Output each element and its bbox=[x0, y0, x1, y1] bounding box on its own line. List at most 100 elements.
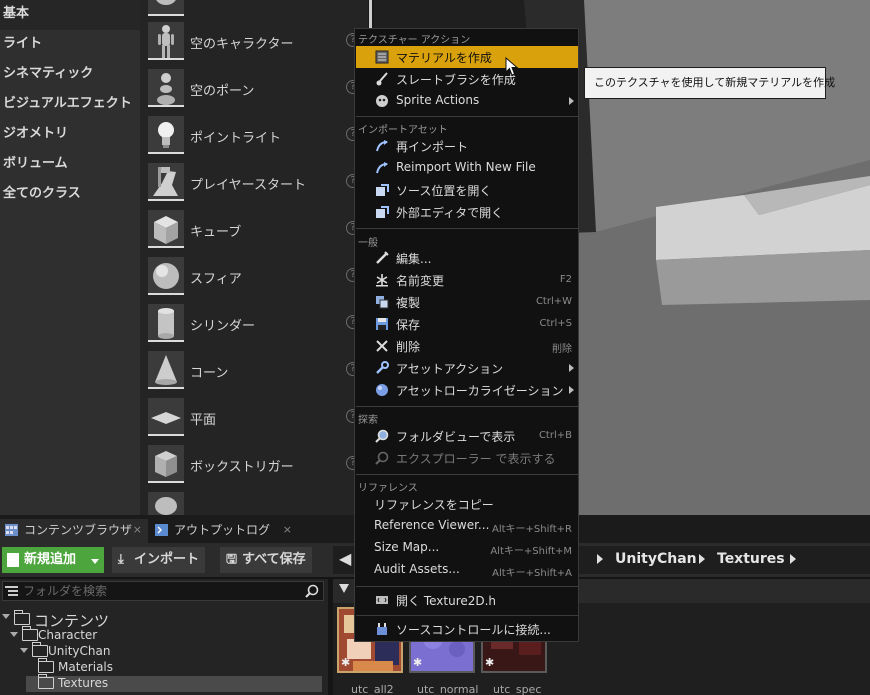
menu-item-copy-reference[interactable]: リファレンスをコピー bbox=[356, 493, 578, 515]
box-trigger-icon bbox=[148, 445, 184, 483]
place-item-label: プレイヤースタート bbox=[190, 178, 306, 193]
save-all-button[interactable]: 🖫 すべて保存 bbox=[220, 547, 312, 573]
menu-item-asset-localization[interactable]: アセットローカライゼーション bbox=[356, 379, 578, 401]
menu-divider bbox=[356, 615, 578, 616]
place-item-point-light[interactable]: ポイントライト ? bbox=[148, 116, 360, 156]
menu-item-size-map[interactable]: Size Map... Altキー+Shift+M bbox=[356, 537, 578, 559]
menu-section-references: リファレンス bbox=[358, 483, 418, 494]
close-tab-icon[interactable]: × bbox=[133, 519, 142, 541]
menu-item-label: 外部エディタで開く bbox=[396, 206, 504, 220]
place-item-partial[interactable] bbox=[148, 0, 358, 18]
menu-divider bbox=[356, 406, 578, 407]
search-icon[interactable] bbox=[305, 584, 319, 598]
menu-item-create-slate-brush[interactable]: スレートブラシを作成 bbox=[356, 68, 578, 90]
magnifier-icon bbox=[375, 451, 389, 465]
add-new-label: 新規追加 bbox=[24, 552, 77, 567]
tab-label: コンテンツブラウザ bbox=[24, 523, 133, 537]
tree-node-content[interactable]: コンテンツ bbox=[2, 610, 322, 630]
menu-divider bbox=[356, 586, 578, 587]
place-item-plane[interactable]: 平面 ? bbox=[148, 398, 360, 438]
menu-section-texture-actions: テクスチャー アクション bbox=[358, 35, 471, 46]
chevron-down-icon bbox=[91, 559, 99, 564]
duplicate-icon bbox=[376, 296, 389, 309]
menu-item-rename[interactable]: 名前変更 F2 bbox=[356, 269, 578, 291]
place-item-player-start[interactable]: プレイヤースタート ? bbox=[148, 163, 360, 203]
chevron-down-icon bbox=[20, 648, 28, 653]
menu-item-reimport[interactable]: 再インポート bbox=[356, 135, 578, 157]
plane-icon bbox=[148, 398, 184, 436]
menu-item-show-in-explorer[interactable]: エクスプローラー で表示する bbox=[356, 447, 578, 469]
menu-item-label: 保存 bbox=[396, 318, 421, 332]
menu-item-audit-assets[interactable]: Audit Assets... Altキー+Shift+A bbox=[356, 559, 578, 581]
add-new-button[interactable]: 新規追加 bbox=[2, 547, 104, 573]
unreal-editor-window: 基本 ライト シネマティック ビジュアルエフェクト ジオメトリ ボリューム 全て… bbox=[0, 0, 870, 695]
menu-item-open-source-location[interactable]: ソース位置を開く bbox=[356, 179, 578, 201]
pawn-icon bbox=[148, 69, 184, 107]
place-item-sphere[interactable]: スフィア ? bbox=[148, 257, 360, 297]
filter-icon[interactable] bbox=[339, 584, 349, 593]
breadcrumb-unitychan[interactable]: UnityChan bbox=[615, 551, 697, 567]
menu-item-sprite-actions[interactable]: Sprite Actions bbox=[356, 90, 578, 112]
import-button[interactable]: ⤓ インポート bbox=[112, 547, 206, 573]
folder-icon bbox=[22, 626, 38, 641]
tree-node-label: Textures bbox=[58, 676, 109, 690]
tree-node-materials[interactable]: Materials bbox=[26, 658, 322, 676]
magnifier-icon bbox=[375, 429, 389, 443]
place-item-partial-bottom[interactable] bbox=[148, 492, 358, 515]
menu-item-asset-actions[interactable]: アセットアクション bbox=[356, 357, 578, 379]
category-all-classes[interactable]: 全てのクラス bbox=[0, 180, 140, 210]
breadcrumb-textures[interactable]: Textures bbox=[717, 551, 785, 567]
save-icon bbox=[376, 318, 388, 330]
back-arrow-icon[interactable]: ◀ bbox=[339, 549, 351, 568]
category-geometry[interactable]: ジオメトリ bbox=[0, 120, 140, 150]
menu-item-label: Sprite Actions bbox=[396, 93, 480, 107]
category-lights[interactable]: ライト bbox=[0, 30, 140, 60]
breadcrumb-separator-icon bbox=[597, 554, 603, 564]
menu-item-connect-source-control[interactable]: ソースコントロールに接続... bbox=[356, 618, 578, 640]
menu-item-show-in-folder-view[interactable]: フォルダビューで表示 Ctrl+B bbox=[356, 425, 578, 447]
close-tab-icon[interactable]: × bbox=[283, 519, 292, 541]
menu-item-open-header[interactable]: 開く Texture2D.h bbox=[356, 589, 578, 611]
mouse-cursor-icon bbox=[505, 57, 519, 76]
place-item-label: 平面 bbox=[190, 413, 217, 428]
player-start-icon bbox=[148, 163, 184, 201]
tab-label: アウトプットログ bbox=[174, 523, 271, 537]
menu-item-shortcut: Altキー+Shift+M bbox=[490, 546, 572, 557]
menu-item-reimport-new-file[interactable]: Reimport With New File bbox=[356, 157, 578, 179]
menu-item-create-material[interactable]: マテリアルを作成 bbox=[356, 46, 578, 68]
edit-icon bbox=[376, 251, 389, 264]
tab-output-log[interactable]: アウトプットログ × bbox=[150, 519, 298, 543]
category-basic[interactable]: 基本 bbox=[0, 0, 140, 30]
menu-item-shortcut: Altキー+Shift+A bbox=[492, 568, 572, 579]
menu-item-duplicate[interactable]: 複製 Ctrl+W bbox=[356, 291, 578, 313]
cylinder-icon bbox=[148, 304, 184, 342]
place-item-box-trigger[interactable]: ボックストリガー ? bbox=[148, 445, 360, 485]
place-item-cylinder[interactable]: シリンダー ? bbox=[148, 304, 360, 344]
category-cinematic[interactable]: シネマティック bbox=[0, 60, 140, 90]
menu-item-label: Size Map... bbox=[374, 540, 440, 554]
breadcrumb-separator-icon[interactable] bbox=[790, 554, 796, 564]
menu-item-open-external-editor[interactable]: 外部エディタで開く bbox=[356, 201, 578, 223]
tooltip: このテクスチャを使用して新規マテリアルを作成 bbox=[584, 67, 835, 99]
tree-node-character[interactable]: Character bbox=[10, 626, 322, 644]
place-item-cone[interactable]: コーン ? bbox=[148, 351, 360, 391]
place-item-cube[interactable]: キューブ ? bbox=[148, 210, 360, 250]
menu-item-delete[interactable]: 削除 削除 bbox=[356, 335, 578, 357]
menu-item-edit[interactable]: 編集... bbox=[356, 247, 578, 269]
tree-view-menu-icon[interactable] bbox=[5, 585, 18, 597]
output-log-icon bbox=[155, 524, 168, 536]
folder-search-input[interactable] bbox=[23, 583, 293, 599]
tab-content-browser[interactable]: コンテンツブラウザ × bbox=[0, 519, 148, 543]
tree-node-textures[interactable]: Textures bbox=[26, 674, 322, 692]
tree-node-unitychan[interactable]: UnityChan bbox=[20, 642, 322, 660]
category-volumes[interactable]: ボリューム bbox=[0, 150, 140, 180]
submenu-arrow-icon bbox=[569, 364, 574, 372]
save-icon: 🖫 bbox=[226, 552, 238, 567]
category-visual-effects[interactable]: ビジュアルエフェクト bbox=[0, 90, 140, 120]
menu-item-save[interactable]: 保存 Ctrl+S bbox=[356, 313, 578, 335]
submenu-arrow-icon bbox=[569, 386, 574, 394]
place-item-empty-character[interactable]: 空のキャラクター ? bbox=[148, 22, 360, 62]
menu-divider bbox=[356, 474, 578, 475]
menu-item-reference-viewer[interactable]: Reference Viewer... Altキー+Shift+R bbox=[356, 515, 578, 537]
place-item-empty-pawn[interactable]: 空のポーン ? bbox=[148, 69, 360, 109]
